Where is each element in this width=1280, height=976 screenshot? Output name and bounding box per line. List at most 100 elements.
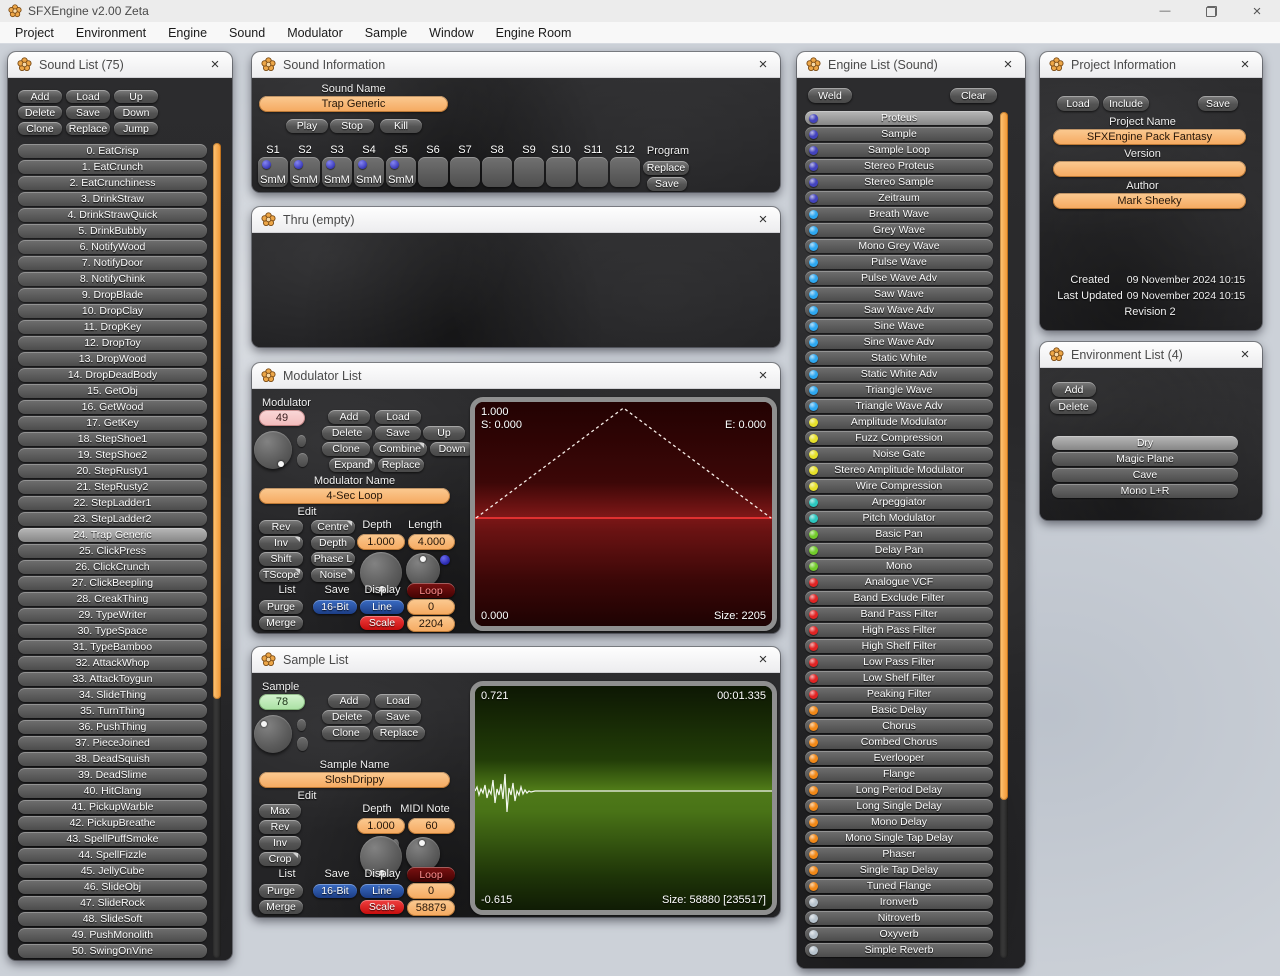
sound-list-item[interactable]: 10. DropClay bbox=[18, 304, 207, 318]
sample-delete-button[interactable]: Delete bbox=[322, 710, 372, 724]
depth-field[interactable]: 1.000 bbox=[357, 534, 405, 550]
sound-list-item[interactable]: 23. StepLadder2 bbox=[18, 512, 207, 526]
engine-list-item[interactable]: Mono Single Tap Delay bbox=[805, 831, 993, 845]
merge-button[interactable]: Merge bbox=[259, 900, 303, 914]
engine-list-item[interactable]: Triangle Wave bbox=[805, 383, 993, 397]
modulator-depth-button[interactable]: Depth bbox=[311, 536, 355, 550]
modulator-noise-button[interactable]: Noise bbox=[311, 568, 355, 582]
sound-slot[interactable]: S9 bbox=[514, 144, 544, 187]
project-save-button[interactable]: Save bbox=[1198, 96, 1238, 111]
sample-save-button[interactable]: Save bbox=[375, 710, 421, 724]
engine-list-item[interactable]: Sample bbox=[805, 127, 993, 141]
engine-list-item[interactable]: Flange bbox=[805, 767, 993, 781]
sound-list-button[interactable]: Up bbox=[114, 90, 158, 103]
size-field[interactable]: 2204 bbox=[407, 616, 455, 632]
engine-list-item[interactable]: Ironverb bbox=[805, 895, 993, 909]
engine-list-item[interactable]: Sample Loop bbox=[805, 143, 993, 157]
kill-button[interactable]: Kill bbox=[380, 119, 422, 133]
close-icon[interactable]: × bbox=[755, 212, 771, 227]
close-icon[interactable]: × bbox=[1237, 57, 1253, 72]
sound-list-button[interactable]: Save bbox=[66, 106, 110, 119]
length-field[interactable]: 4.000 bbox=[408, 534, 455, 550]
sound-list-item[interactable]: 29. TypeWriter bbox=[18, 608, 207, 622]
sound-list-item[interactable]: 2. EatCrunchiness bbox=[18, 176, 207, 190]
scale-button[interactable]: Scale bbox=[360, 616, 404, 630]
sample-clone-button[interactable]: Clone bbox=[322, 726, 370, 740]
program-save-button[interactable]: Save bbox=[647, 177, 687, 191]
sound-list-button[interactable]: Add bbox=[18, 90, 62, 103]
sample-max-button[interactable]: Max bbox=[259, 804, 301, 818]
engine-list-scrollbar[interactable] bbox=[1000, 112, 1008, 958]
engine-list-item[interactable]: Long Period Delay bbox=[805, 783, 993, 797]
modulator-down-button[interactable]: Down bbox=[430, 442, 474, 456]
modulator-combine-button[interactable]: Combine bbox=[373, 442, 427, 456]
modulator-save-button[interactable]: Save bbox=[375, 426, 421, 440]
menu-item[interactable]: Environment bbox=[65, 23, 157, 43]
bit16-toggle[interactable]: 16-Bit bbox=[313, 884, 357, 898]
sample-list-titlebar[interactable]: Sample List × bbox=[252, 647, 780, 673]
sound-list-item[interactable]: 30. TypeSpace bbox=[18, 624, 207, 638]
engine-list-item[interactable]: Saw Wave bbox=[805, 287, 993, 301]
merge-button[interactable]: Merge bbox=[259, 616, 303, 630]
close-icon[interactable]: × bbox=[207, 57, 223, 72]
menu-item[interactable]: Sample bbox=[354, 23, 418, 43]
sound-list-item[interactable]: 48. SlideSoft bbox=[18, 912, 207, 926]
environment-list-item[interactable]: Dry bbox=[1052, 436, 1238, 450]
sample-index-field[interactable]: 78 bbox=[259, 694, 305, 710]
modulator-up-button[interactable]: Up bbox=[423, 426, 465, 440]
engine-list-item[interactable]: Sine Wave Adv bbox=[805, 335, 993, 349]
sound-list-item[interactable]: 14. DropDeadBody bbox=[18, 368, 207, 382]
environment-list-item[interactable]: Magic Plane bbox=[1052, 452, 1238, 466]
environment-list-item[interactable]: Mono L+R bbox=[1052, 484, 1238, 498]
modulator-replace-button[interactable]: Replace bbox=[378, 458, 424, 472]
weld-button[interactable]: Weld bbox=[808, 88, 852, 103]
sound-list-item[interactable]: 20. StepRusty1 bbox=[18, 464, 207, 478]
sound-list-item[interactable]: 9. DropBlade bbox=[18, 288, 207, 302]
engine-list-item[interactable]: Basic Delay bbox=[805, 703, 993, 717]
engine-list-item[interactable]: Pitch Modulator bbox=[805, 511, 993, 525]
sound-slot[interactable]: S12 bbox=[610, 144, 640, 187]
sound-list-item[interactable]: 42. PickupBreathe bbox=[18, 816, 207, 830]
engine-list-item[interactable]: Nitroverb bbox=[805, 911, 993, 925]
sound-list-item[interactable]: 21. StepRusty2 bbox=[18, 480, 207, 494]
sound-slot[interactable]: S4 SmM bbox=[354, 144, 384, 187]
sound-list-item[interactable]: 1. EatCrunch bbox=[18, 160, 207, 174]
sample-select-knob[interactable] bbox=[254, 715, 292, 753]
engine-list-item[interactable]: Proteus bbox=[805, 111, 993, 125]
sample-crop-button[interactable]: Crop bbox=[259, 852, 301, 866]
engine-list-item[interactable]: Triangle Wave Adv bbox=[805, 399, 993, 413]
sound-information-titlebar[interactable]: Sound Information × bbox=[252, 52, 780, 78]
sound-slot[interactable]: S8 bbox=[482, 144, 512, 187]
menu-item[interactable]: Sound bbox=[218, 23, 276, 43]
sample-replace-button[interactable]: Replace bbox=[373, 726, 425, 740]
close-icon[interactable]: × bbox=[1237, 347, 1253, 362]
sound-list-item[interactable]: 18. StepShoe1 bbox=[18, 432, 207, 446]
engine-list-item[interactable]: Pulse Wave Adv bbox=[805, 271, 993, 285]
sound-list-item[interactable]: 28. CreakThing bbox=[18, 592, 207, 606]
engine-list-item[interactable]: Band Exclude Filter bbox=[805, 591, 993, 605]
engine-list-item[interactable]: Combed Chorus bbox=[805, 735, 993, 749]
sound-list-item[interactable]: 33. AttackToygun bbox=[18, 672, 207, 686]
engine-list-item[interactable]: Mono Grey Wave bbox=[805, 239, 993, 253]
sound-list-item[interactable]: 38. DeadSquish bbox=[18, 752, 207, 766]
sound-list-item[interactable]: 27. ClickBeepling bbox=[18, 576, 207, 590]
modulator-rev-button[interactable]: Rev bbox=[259, 520, 303, 534]
midi-note-field[interactable]: 60 bbox=[408, 818, 455, 834]
length-knob[interactable] bbox=[406, 553, 440, 587]
sound-slot[interactable]: S5 SmM bbox=[386, 144, 416, 187]
sound-list-item[interactable]: 26. ClickCrunch bbox=[18, 560, 207, 574]
sound-list-item[interactable]: 34. SlideThing bbox=[18, 688, 207, 702]
sound-list-item[interactable]: 36. PushThing bbox=[18, 720, 207, 734]
project-include-button[interactable]: Include bbox=[1103, 96, 1149, 111]
sound-slot[interactable]: S11 bbox=[578, 144, 608, 187]
modulator-tscope-button[interactable]: TScope bbox=[259, 568, 303, 582]
knob-step-down[interactable] bbox=[297, 453, 308, 467]
knob-step-up[interactable] bbox=[297, 719, 306, 731]
thru-titlebar[interactable]: Thru (empty) × bbox=[252, 207, 780, 233]
sound-list-item[interactable]: 0. EatCrisp bbox=[18, 144, 207, 158]
loop-button[interactable]: Loop bbox=[407, 583, 455, 598]
sound-list-item[interactable]: 5. DrinkBubbly bbox=[18, 224, 207, 238]
menu-item[interactable]: Modulator bbox=[276, 23, 354, 43]
sound-list-item[interactable]: 45. JellyCube bbox=[18, 864, 207, 878]
modulator-list-titlebar[interactable]: Modulator List × bbox=[252, 363, 780, 389]
